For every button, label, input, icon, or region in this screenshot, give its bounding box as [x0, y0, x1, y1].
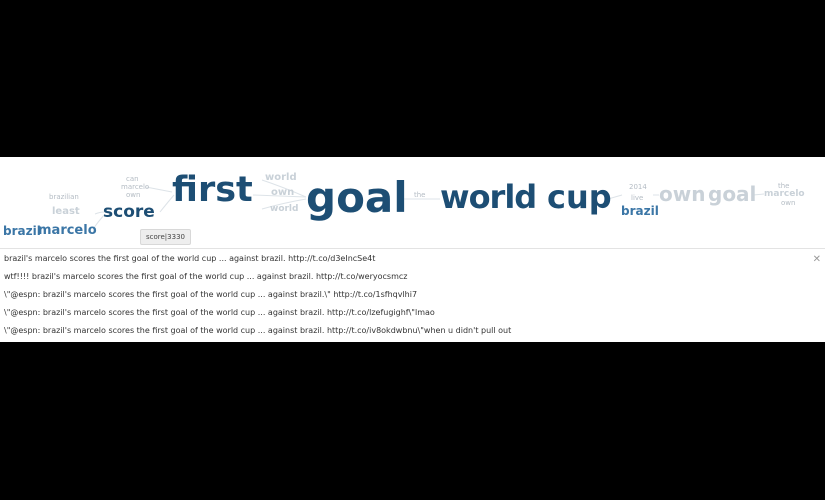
tree-word-marcelo-left[interactable]: marcelo: [38, 224, 97, 237]
word-tree-panel: brazil marcelo brazilian least score can…: [0, 157, 825, 342]
tree-word-world-lower[interactable]: world: [270, 205, 298, 214]
tweet-row[interactable]: \"@espn: brazil's marcelo scores the fir…: [4, 323, 511, 339]
close-icon[interactable]: ✕: [813, 254, 821, 265]
count-tooltip: score|3330: [140, 229, 191, 245]
tree-word-brazilian[interactable]: brazilian: [49, 194, 79, 201]
tree-word-cup[interactable]: cup: [547, 181, 612, 213]
tree-word-own-far[interactable]: own: [781, 200, 795, 207]
tree-word-brazil-left[interactable]: brazil: [3, 225, 41, 237]
tree-word-world-upper[interactable]: world: [265, 173, 297, 183]
tree-word-goal[interactable]: goal: [306, 177, 408, 219]
tree-word-marcelo-small[interactable]: marcelo: [121, 184, 149, 191]
tree-word-2014[interactable]: 2014: [629, 184, 647, 191]
tweet-row[interactable]: \"@espn: brazil's marcelo scores the fir…: [4, 287, 417, 303]
tree-word-own-right[interactable]: own: [659, 184, 705, 204]
tree-word-live[interactable]: live: [631, 195, 643, 202]
tweet-row[interactable]: brazil's marcelo scores the first goal o…: [4, 251, 375, 267]
tree-word-can[interactable]: can: [126, 176, 139, 183]
tree-word-least[interactable]: least: [52, 207, 80, 217]
tree-word-score[interactable]: score: [103, 204, 155, 221]
tree-word-own-middle[interactable]: own: [271, 188, 294, 198]
tweet-row[interactable]: \"@espn: brazil's marcelo scores the fir…: [4, 305, 435, 321]
tree-word-the-small[interactable]: the: [414, 192, 426, 199]
tree-word-own-small[interactable]: own: [126, 192, 140, 199]
tree-word-brazil-right[interactable]: brazil: [621, 205, 659, 217]
tree-word-goal-right[interactable]: goal: [708, 184, 756, 204]
tree-word-first[interactable]: first: [172, 173, 253, 208]
tree-word-world[interactable]: world: [440, 181, 537, 213]
word-tree: brazil marcelo brazilian least score can…: [0, 157, 825, 247]
tweet-list: ✕ brazil's marcelo scores the first goal…: [0, 248, 825, 343]
tree-word-marcelo-right[interactable]: marcelo: [764, 190, 805, 199]
tweet-row[interactable]: wtf!!!! brazil's marcelo scores the firs…: [4, 269, 407, 285]
